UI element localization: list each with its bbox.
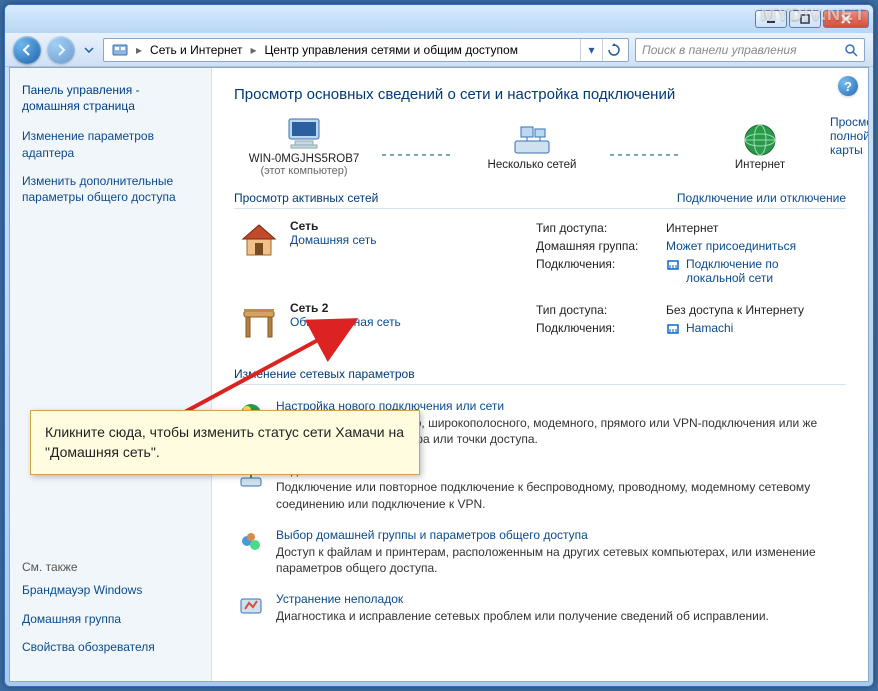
node-multiple-networks[interactable]: Несколько сетей <box>462 121 602 171</box>
network-map: WIN-0MGJHS5ROB7 (этот компьютер) Несколь… <box>234 115 830 177</box>
active-networks-heading: Просмотр активных сетей Подключение или … <box>234 187 846 209</box>
homegroup-label: Домашняя группа: <box>536 239 666 253</box>
section-head-text: Просмотр активных сетей <box>234 191 378 205</box>
task-description: Диагностика и исправление сетевых пробле… <box>276 608 769 624</box>
main-panel: ? Просмотр основных сведений о сети и на… <box>212 68 868 681</box>
chevron-icon: ▸ <box>134 43 144 57</box>
nav-history-dropdown[interactable] <box>81 39 97 61</box>
node-label: WIN-0MGJHS5ROB7 <box>234 153 374 165</box>
chevron-icon: ▸ <box>248 43 258 57</box>
breadcrumb-dropdown[interactable]: ▾ <box>580 39 602 61</box>
connection-name: Подключение по локальной сети <box>686 257 826 285</box>
network-name: Сеть 2 <box>290 301 401 315</box>
homegroup-icon <box>236 528 266 558</box>
back-button[interactable] <box>13 36 41 64</box>
breadcrumb-network[interactable]: Сеть и Интернет <box>146 41 246 59</box>
node-internet[interactable]: Интернет <box>690 121 830 171</box>
task-link[interactable]: Устранение неполадок <box>276 592 769 606</box>
homegroup-link[interactable]: Может присоединиться <box>666 239 796 253</box>
search-placeholder: Поиск в панели управления <box>642 43 797 57</box>
sidebar-advanced-sharing[interactable]: Изменить дополнительные параметры общего… <box>22 173 199 205</box>
node-label: Несколько сетей <box>462 159 602 171</box>
computer-icon <box>234 115 374 153</box>
task-link[interactable]: Выбор домашней группы и параметров общег… <box>276 528 844 542</box>
watermark-text: MYDIV.NET <box>761 4 866 25</box>
network-type-link[interactable]: Общественная сеть <box>290 315 401 329</box>
control-panel-icon[interactable] <box>108 40 132 60</box>
refresh-button[interactable] <box>602 39 624 61</box>
troubleshoot-icon <box>236 592 266 622</box>
globe-icon <box>690 121 830 159</box>
ethernet-icon <box>666 321 680 335</box>
sidebar-internet-options[interactable]: Свойства обозревателя <box>22 639 199 655</box>
task-troubleshoot: Устранение неполадок Диагностика и испра… <box>234 584 846 632</box>
connections-label: Подключения: <box>536 257 666 285</box>
access-type-label: Тип доступа: <box>536 221 666 235</box>
search-icon <box>844 43 858 57</box>
window-frame: ▸ Сеть и Интернет ▸ Центр управления сет… <box>4 4 874 687</box>
node-sublabel: (этот компьютер) <box>234 165 374 177</box>
section-head-text: Изменение сетевых параметров <box>234 367 415 381</box>
breadcrumb-center[interactable]: Центр управления сетями и общим доступом <box>260 41 522 59</box>
task-description: Доступ к файлам и принтерам, расположенн… <box>276 544 844 576</box>
network-block-home: Сеть Домашняя сеть Тип доступа: Интернет… <box>234 209 846 291</box>
connector-line <box>610 154 682 156</box>
access-type-value: Интернет <box>666 221 718 235</box>
sidebar-home-link[interactable]: Панель управления - домашняя страница <box>22 82 199 114</box>
annotation-callout: Кликните сюда, чтобы изменить статус сет… <box>30 410 420 475</box>
help-icon[interactable]: ? <box>838 76 858 96</box>
node-this-computer[interactable]: WIN-0MGJHS5ROB7 (этот компьютер) <box>234 115 374 177</box>
connection-name: Hamachi <box>686 321 733 335</box>
task-description: Подключение или повторное подключение к … <box>276 479 844 511</box>
network-hub-icon <box>462 121 602 159</box>
ethernet-icon <box>666 257 680 271</box>
sidebar-adapter-settings[interactable]: Изменение параметров адаптера <box>22 128 199 160</box>
network-name: Сеть <box>290 219 376 233</box>
page-title: Просмотр основных сведений о сети и наст… <box>234 86 846 103</box>
search-input[interactable]: Поиск в панели управления <box>635 38 865 62</box>
access-type-value: Без доступа к Интернету <box>666 303 804 317</box>
task-homegroup-sharing: Выбор домашней группы и параметров общег… <box>234 520 846 584</box>
connections-label: Подключения: <box>536 321 666 335</box>
address-bar: ▸ Сеть и Интернет ▸ Центр управления сет… <box>5 33 873 67</box>
home-network-icon <box>238 219 280 261</box>
connect-disconnect-link[interactable]: Подключение или отключение <box>677 191 846 205</box>
titlebar <box>5 5 873 33</box>
connector-line <box>382 154 454 156</box>
sidebar-homegroup[interactable]: Домашняя группа <box>22 611 199 627</box>
forward-button[interactable] <box>47 36 75 64</box>
sidebar-firewall[interactable]: Брандмауэр Windows <box>22 582 199 598</box>
see-also-heading: См. также <box>22 560 199 574</box>
change-settings-heading: Изменение сетевых параметров <box>234 363 846 385</box>
content-area: Панель управления - домашняя страница Из… <box>9 67 869 682</box>
public-network-icon <box>238 301 280 343</box>
network-type-link[interactable]: Домашняя сеть <box>290 233 376 247</box>
node-label: Интернет <box>690 159 830 171</box>
connection-link[interactable]: Hamachi <box>666 321 733 335</box>
view-full-map-link[interactable]: Просмотр полной карты <box>830 115 868 157</box>
network-block-public: Сеть 2 Общественная сеть Тип доступа: Бе… <box>234 291 846 347</box>
access-type-label: Тип доступа: <box>536 303 666 317</box>
connection-link[interactable]: Подключение по локальной сети <box>666 257 826 285</box>
sidebar: Панель управления - домашняя страница Из… <box>10 68 212 681</box>
breadcrumb[interactable]: ▸ Сеть и Интернет ▸ Центр управления сет… <box>103 38 629 62</box>
